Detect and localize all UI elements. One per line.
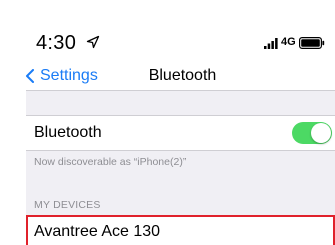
page-title: Bluetooth xyxy=(148,67,217,84)
network-type: 4G xyxy=(281,36,296,48)
location-arrow-icon xyxy=(86,35,100,49)
nav-divider xyxy=(26,90,335,91)
device-row-avantree[interactable]: Avantree Ace 130 xyxy=(26,215,335,245)
bluetooth-toggle[interactable] xyxy=(292,122,332,144)
device-name: Avantree Ace 130 xyxy=(34,223,161,240)
discoverable-status-text: Now discoverable as “iPhone(2)” xyxy=(34,156,187,168)
bluetooth-label: Bluetooth xyxy=(34,124,102,141)
navigation-bar: Settings Bluetooth xyxy=(0,62,335,90)
signal-bars-icon xyxy=(264,38,278,49)
my-devices-header: MY DEVICES xyxy=(34,199,101,211)
bluetooth-toggle-row: Bluetooth xyxy=(26,116,335,150)
status-time: 4:30 xyxy=(36,32,77,54)
row-divider xyxy=(26,150,335,151)
bluetooth-settings-screen: 4:30 4G Settings Bluetooth Bluetooth Now… xyxy=(0,0,335,245)
toggle-knob xyxy=(311,123,331,143)
status-bar: 4:30 4G xyxy=(0,0,335,62)
battery-icon xyxy=(299,37,325,49)
